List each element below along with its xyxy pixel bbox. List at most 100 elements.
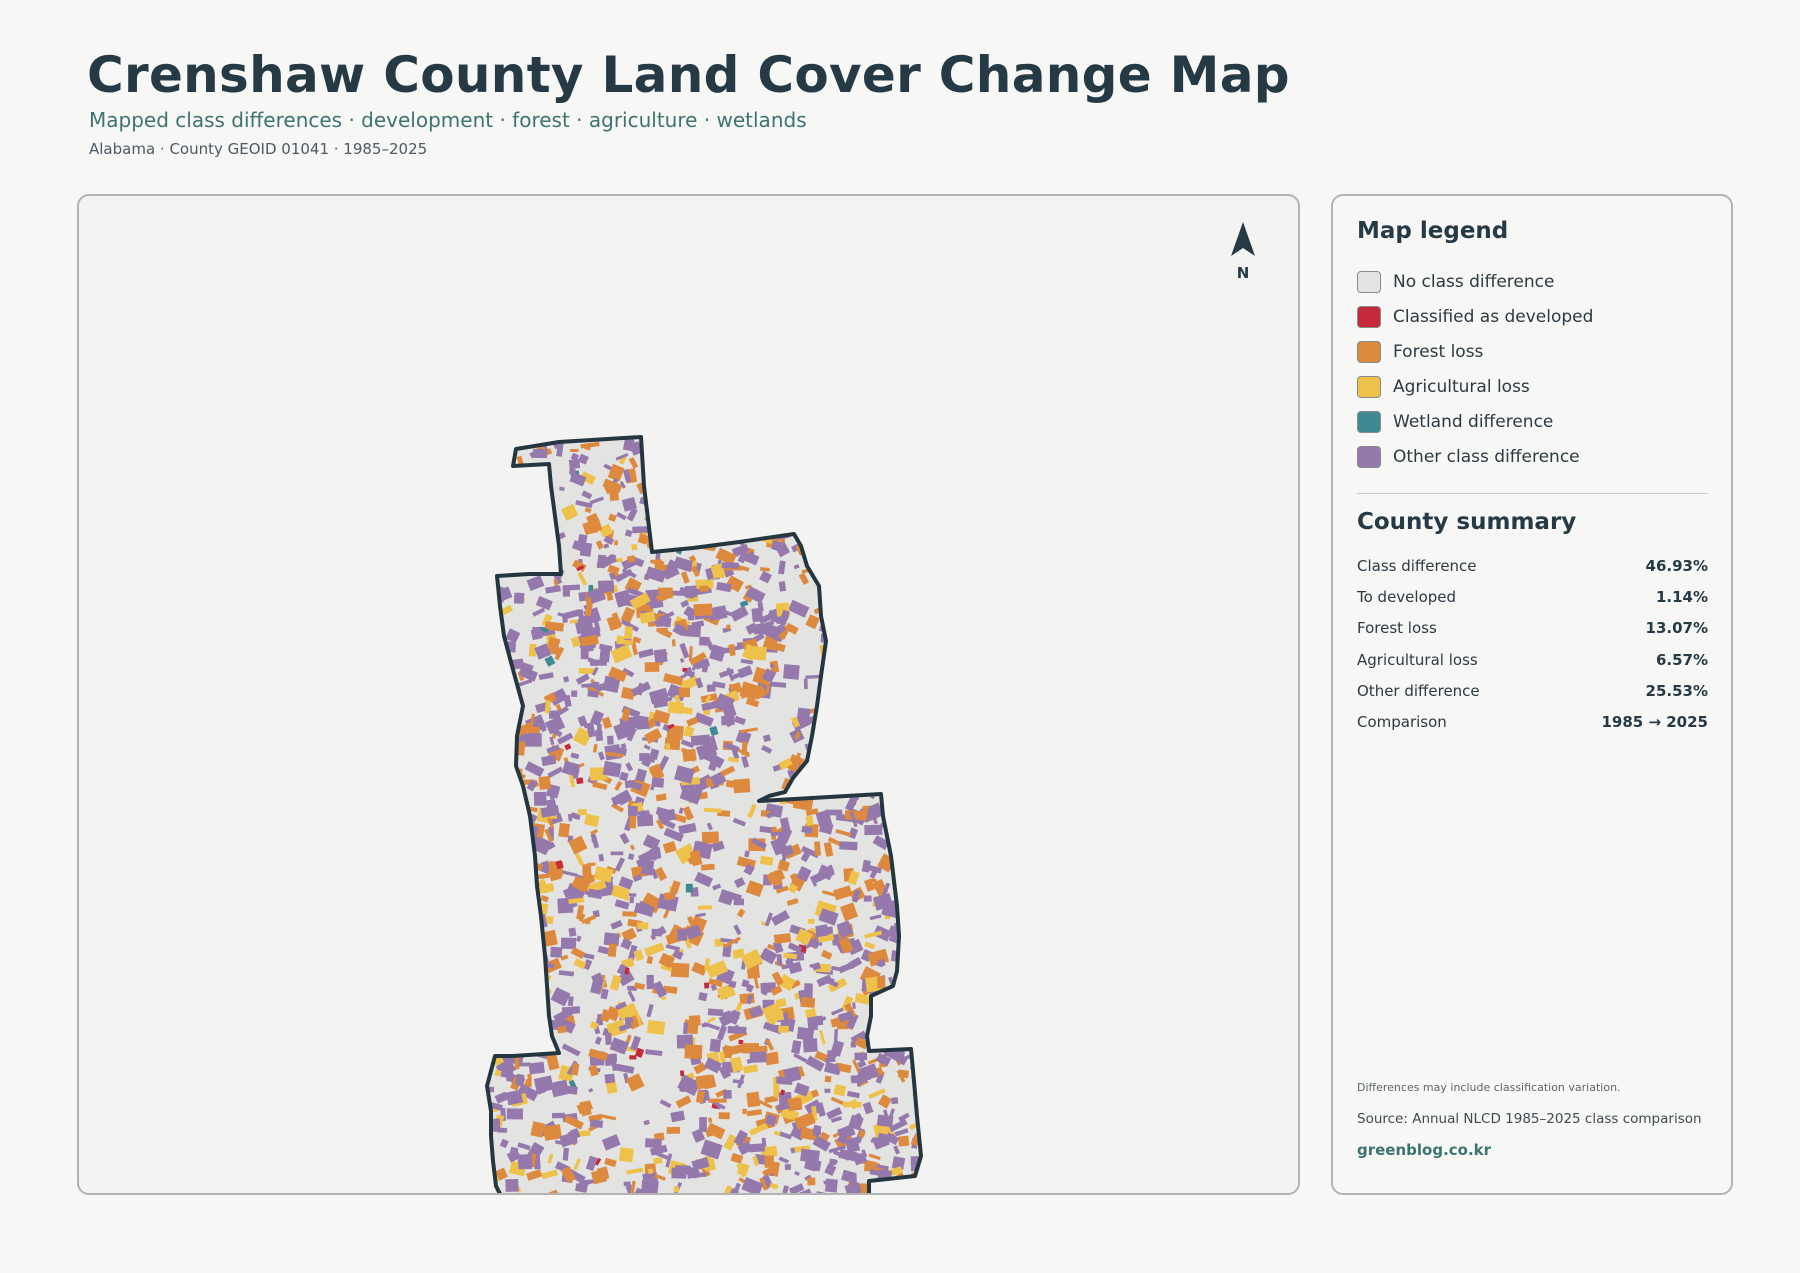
summary-value: 1985 → 2025 [1601, 713, 1708, 732]
county-shape [485, 435, 929, 1193]
change-patch [912, 1190, 921, 1193]
change-patch [631, 543, 638, 551]
change-patch [526, 967, 543, 982]
change-patch [873, 652, 890, 666]
change-patch [607, 943, 617, 958]
change-patch [922, 886, 929, 891]
change-patch [543, 1124, 563, 1141]
change-patch [807, 535, 823, 549]
legend-item-developed: Classified as developed [1357, 299, 1593, 334]
change-patch [562, 1147, 569, 1161]
change-patch [608, 554, 617, 563]
change-patch [824, 1088, 831, 1093]
change-patch [691, 447, 709, 460]
change-patch [858, 708, 868, 716]
county-map[interactable] [79, 196, 1300, 1195]
change-patch [919, 772, 921, 787]
change-patch [732, 529, 753, 540]
change-patch [856, 654, 865, 660]
change-patch [904, 989, 921, 1010]
change-patch [627, 805, 638, 817]
change-patch [499, 693, 518, 704]
disclaimer-note: Differences may include classification v… [1357, 1081, 1621, 1094]
change-patch [488, 1009, 502, 1020]
map-panel[interactable] [77, 194, 1300, 1195]
change-patch [490, 634, 504, 646]
credit-link[interactable]: greenblog.co.kr [1357, 1141, 1491, 1159]
change-patch [897, 1135, 910, 1147]
change-patch [525, 490, 533, 498]
change-patch [854, 715, 876, 732]
change-patch [493, 931, 514, 946]
change-patch [491, 541, 496, 549]
change-patch [671, 639, 676, 647]
change-patch [841, 456, 855, 468]
change-patch [843, 695, 854, 708]
change-patch [875, 466, 893, 482]
change-patch [536, 1036, 550, 1041]
change-patch [816, 739, 834, 757]
change-patch [656, 439, 662, 453]
change-patch [537, 561, 556, 570]
change-patch [917, 976, 921, 988]
change-patch [587, 862, 596, 867]
summary-label: Agricultural loss [1357, 650, 1478, 669]
swatch-other-icon [1357, 445, 1381, 468]
change-patch [812, 556, 827, 571]
change-patch [685, 883, 693, 893]
change-patch [550, 946, 563, 958]
change-patch [890, 482, 902, 495]
change-patch [848, 648, 856, 661]
change-patch [629, 896, 634, 904]
change-patch [487, 543, 503, 549]
legend-title: Map legend [1357, 218, 1509, 244]
change-patch [899, 687, 917, 704]
change-patch [723, 1089, 732, 1099]
legend-label: Classified as developed [1393, 306, 1594, 327]
change-patch [744, 462, 756, 468]
north-arrow: N [1218, 222, 1268, 282]
change-patch [840, 615, 852, 623]
change-patch [532, 487, 550, 495]
change-patch [899, 1007, 905, 1017]
change-patch [503, 518, 512, 526]
change-patch [869, 514, 883, 522]
change-patch [903, 670, 921, 686]
change-patch [905, 811, 918, 824]
change-patch [728, 482, 745, 493]
change-patch [848, 746, 858, 755]
change-patch [520, 983, 530, 998]
change-patch [860, 534, 872, 551]
change-patch [844, 611, 852, 617]
change-patch [881, 624, 898, 638]
change-patch [915, 768, 921, 780]
change-patch [487, 756, 494, 765]
change-patch [622, 911, 637, 917]
change-patch [876, 767, 898, 786]
change-patch [503, 699, 510, 710]
change-patch [522, 953, 530, 959]
swatch-agricultural-loss-icon [1357, 375, 1381, 398]
change-patch [650, 522, 663, 534]
change-patch [497, 748, 505, 758]
change-patch [824, 1075, 832, 1083]
change-patch [647, 484, 668, 493]
change-patch [904, 605, 919, 617]
change-patch [858, 591, 869, 600]
change-patch [568, 468, 576, 475]
change-patch [904, 651, 913, 659]
change-patch [512, 823, 523, 839]
change-patch [721, 500, 734, 514]
change-patch [905, 675, 921, 685]
change-patch [901, 455, 914, 469]
page-title: Crenshaw County Land Cover Change Map [87, 46, 1290, 104]
change-patch [838, 776, 851, 784]
change-patch [678, 687, 691, 698]
change-patch [521, 913, 539, 930]
change-patch [514, 867, 529, 883]
change-patch [657, 484, 673, 497]
change-patch [870, 692, 878, 705]
change-patch [903, 547, 921, 562]
change-patch [828, 750, 834, 762]
change-patch [914, 1029, 921, 1037]
